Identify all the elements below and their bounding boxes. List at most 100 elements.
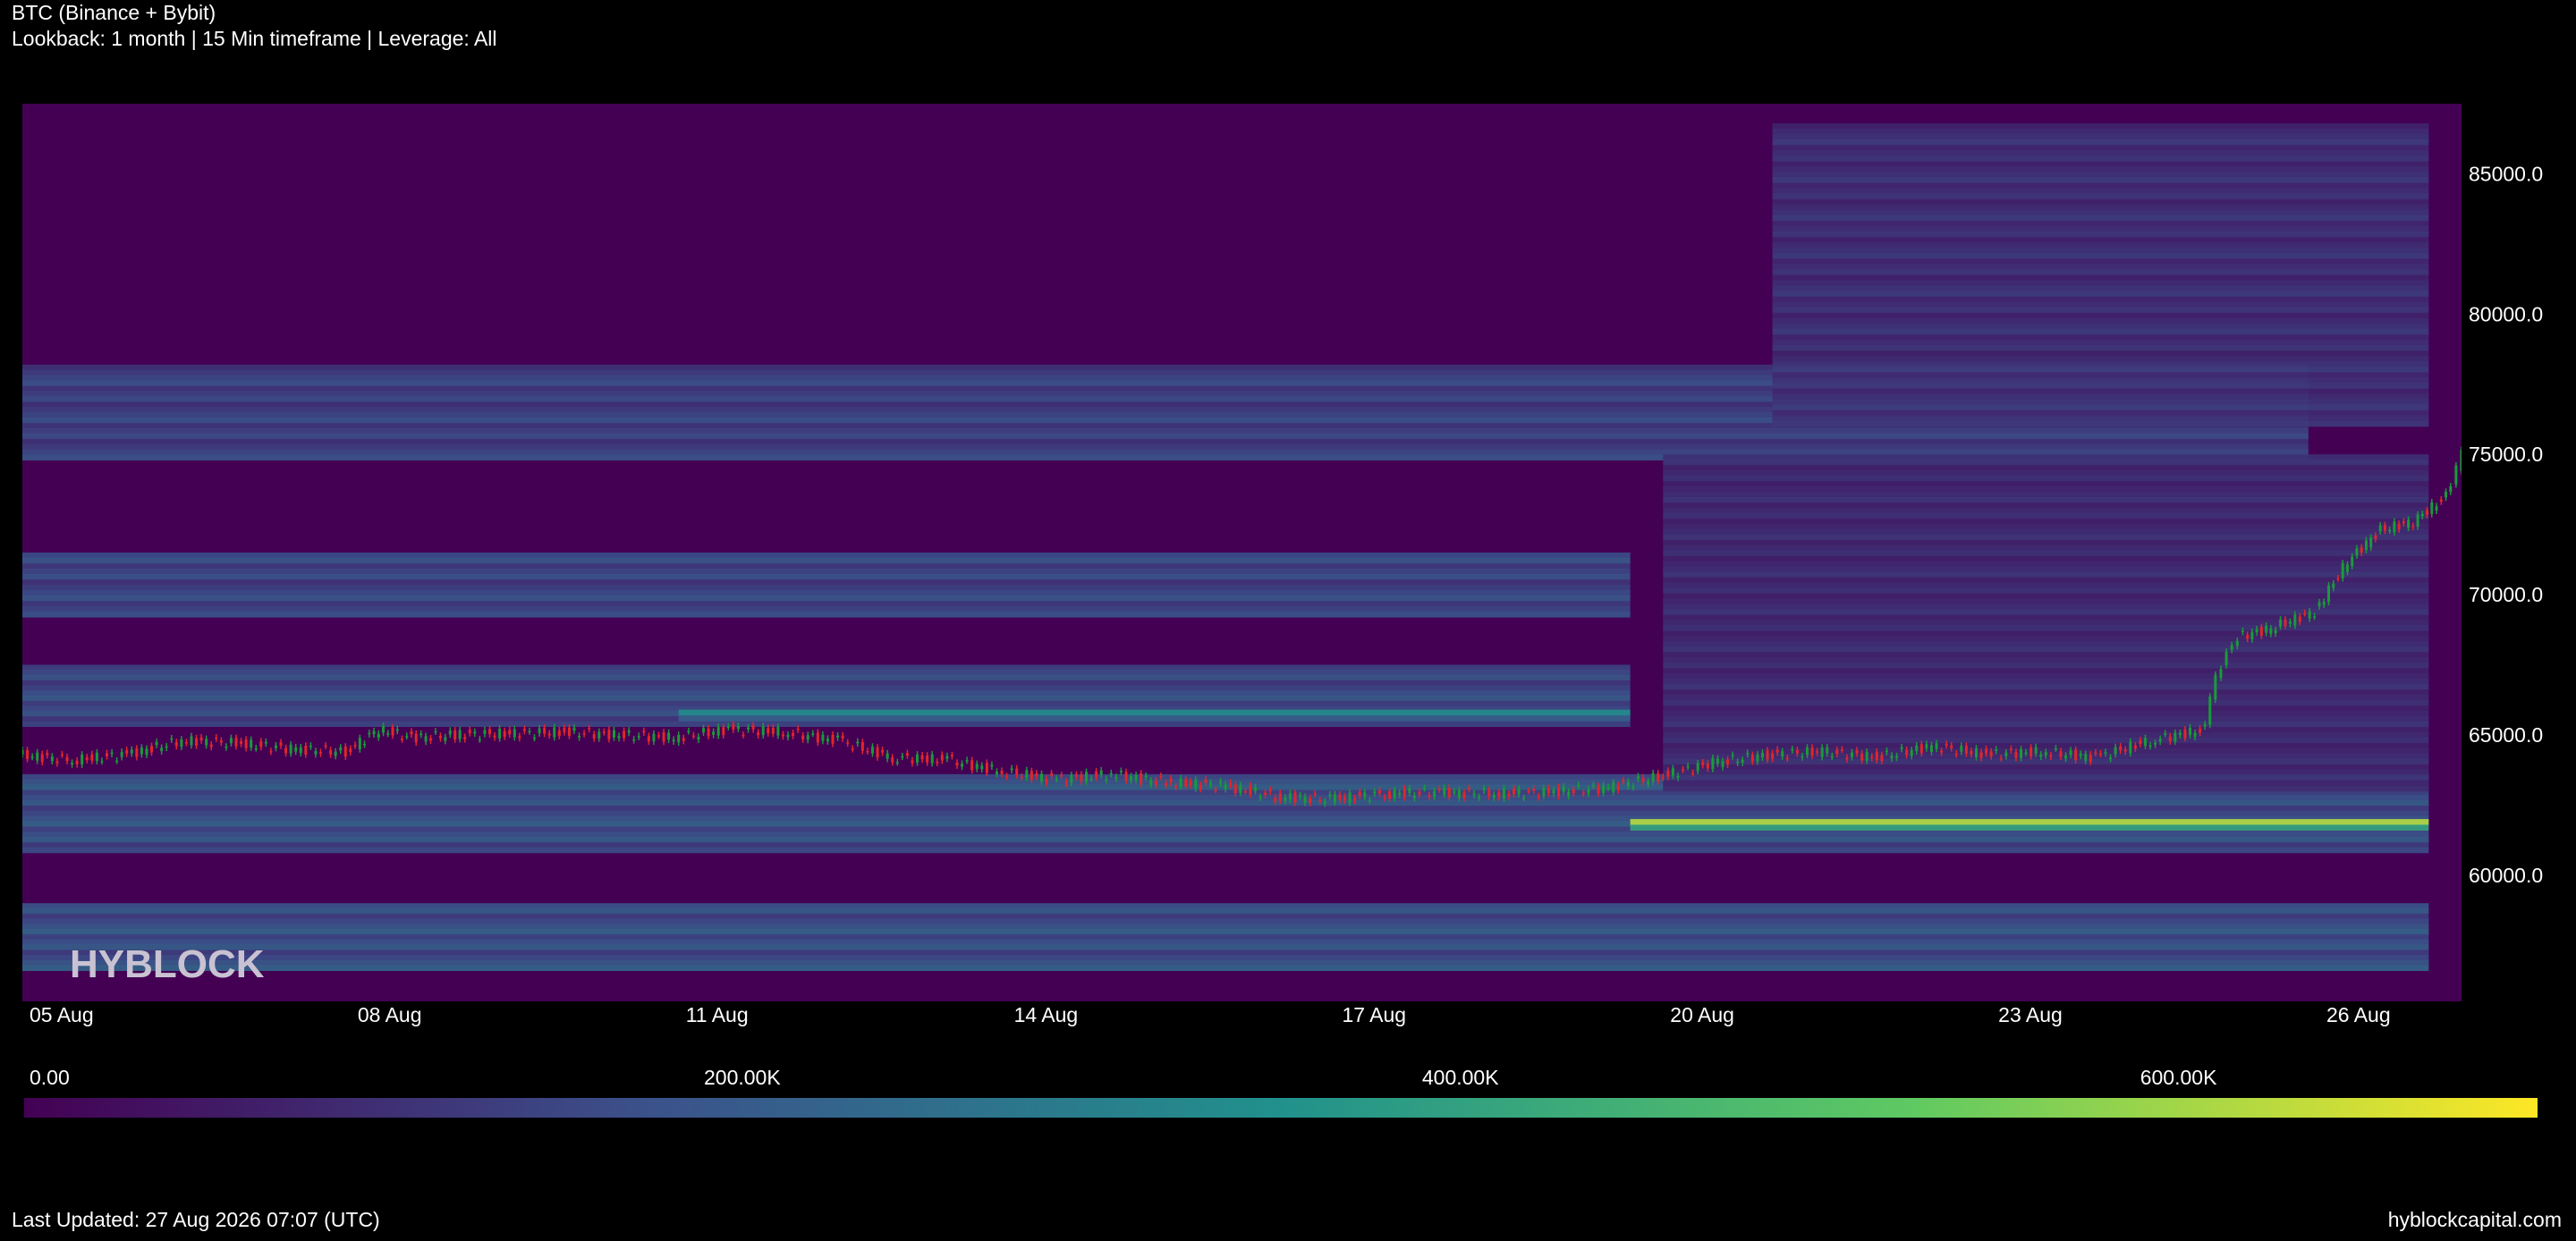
liquidation-band [1772, 225, 2429, 232]
candle-body [160, 747, 164, 752]
candle-body [120, 751, 123, 757]
candle-body [343, 747, 347, 757]
candle-body [314, 750, 318, 755]
candle-body [1736, 761, 1740, 764]
candle-body [1433, 790, 1436, 798]
liquidation-band [1663, 663, 2429, 669]
liquidation-band [22, 837, 2429, 843]
liquidation-band [1772, 420, 2429, 427]
liquidation-band [1663, 512, 2429, 519]
candle-body [1124, 772, 1128, 781]
candle-body [2024, 752, 2028, 754]
liquidation-band [1772, 280, 2429, 286]
candle-body [926, 755, 929, 763]
liquidation-band [1772, 177, 2429, 184]
candle-body [2219, 669, 2223, 679]
candle-body [1513, 788, 1516, 795]
candle-body [1785, 757, 1789, 760]
candle-body [995, 772, 998, 774]
candle-body [667, 732, 671, 740]
candle-body [1945, 744, 1948, 746]
liquidation-band [1630, 824, 2429, 832]
liquidation-band [22, 579, 1631, 586]
liquidation-band [1772, 388, 2429, 395]
liquidation-band [1663, 764, 2429, 771]
candle-body [483, 730, 487, 734]
candle-body [1492, 794, 1496, 798]
liquidation-band [1772, 215, 2429, 222]
liquidation-band [1772, 220, 2429, 227]
liquidation-band [678, 709, 1631, 716]
candle-body [1557, 787, 1561, 797]
candle-body [453, 730, 457, 740]
candle-body [2498, 360, 2501, 383]
candle-body [826, 739, 829, 742]
liquidation-band [1663, 534, 2429, 541]
liquidation-band [1772, 193, 2429, 200]
candle-body [468, 730, 471, 733]
candle-body [225, 747, 228, 748]
candle-body [1616, 785, 1620, 790]
candle-body [1895, 756, 1899, 758]
candle-body [1373, 791, 1377, 794]
liquidation-band [1663, 785, 2429, 792]
liquidation-band [1663, 593, 2429, 600]
y-tick-label: 60000.0 [2469, 864, 2543, 887]
liquidation-band [22, 558, 1631, 564]
candle-body [1750, 755, 1754, 762]
candle-body [682, 738, 685, 741]
candle-body [1303, 797, 1307, 804]
liquidation-band [1663, 566, 2429, 573]
candle-body [1254, 787, 1258, 791]
candle-body [1070, 774, 1073, 783]
site-link[interactable]: hyblockcapital.com [2388, 1207, 2562, 1232]
candle-body [1572, 789, 1575, 794]
liquidation-band [1663, 684, 2429, 690]
candle-body [886, 753, 889, 759]
candle-body [209, 744, 213, 747]
liquidation-band [1772, 161, 2429, 167]
candle-body [2279, 619, 2283, 627]
candle-body [1716, 758, 1719, 764]
candle-body [1929, 745, 1933, 753]
liquidation-band [1663, 528, 2429, 536]
liquidation-band [1663, 646, 2429, 653]
liquidation-band [1772, 323, 2429, 330]
candle-body [419, 733, 423, 736]
candle-body [2411, 526, 2415, 528]
candle-body [975, 764, 979, 769]
candle-body [2265, 625, 2268, 633]
candle-body [647, 736, 650, 742]
candle-body [1801, 756, 1804, 758]
x-tick-label: 05 Aug [30, 1003, 94, 1026]
liquidation-band [1663, 555, 2429, 562]
candle-body [1721, 761, 1724, 767]
candle-body [632, 739, 636, 741]
candle-body [434, 730, 437, 733]
candle-body [438, 736, 442, 739]
candle-body [816, 732, 819, 743]
candle-body [895, 762, 899, 764]
candle-body [2241, 630, 2244, 633]
candle-body [761, 726, 765, 736]
candle-body [1781, 751, 1784, 756]
candle-body [2014, 752, 2018, 758]
candle-body [110, 752, 114, 755]
candle-body [1682, 769, 1685, 771]
x-tick-label: 20 Aug [1670, 1003, 1734, 1026]
candle-body [1398, 792, 1402, 796]
candle-body [1950, 745, 1953, 748]
candle-body [940, 755, 944, 761]
candle-body [2288, 621, 2292, 624]
candle-body [395, 729, 399, 731]
candle-body [1333, 794, 1336, 803]
liquidation-band [1663, 571, 2429, 578]
candle-body [1060, 774, 1063, 777]
candle-body [2318, 602, 2321, 607]
candle-body [1935, 743, 1938, 749]
candle-body [1502, 788, 1505, 799]
candle-body [796, 728, 800, 730]
colorbar-tick-label: 200.00K [704, 1066, 781, 1089]
liquidation-band [22, 929, 2429, 935]
liquidation-band [1772, 291, 2429, 298]
